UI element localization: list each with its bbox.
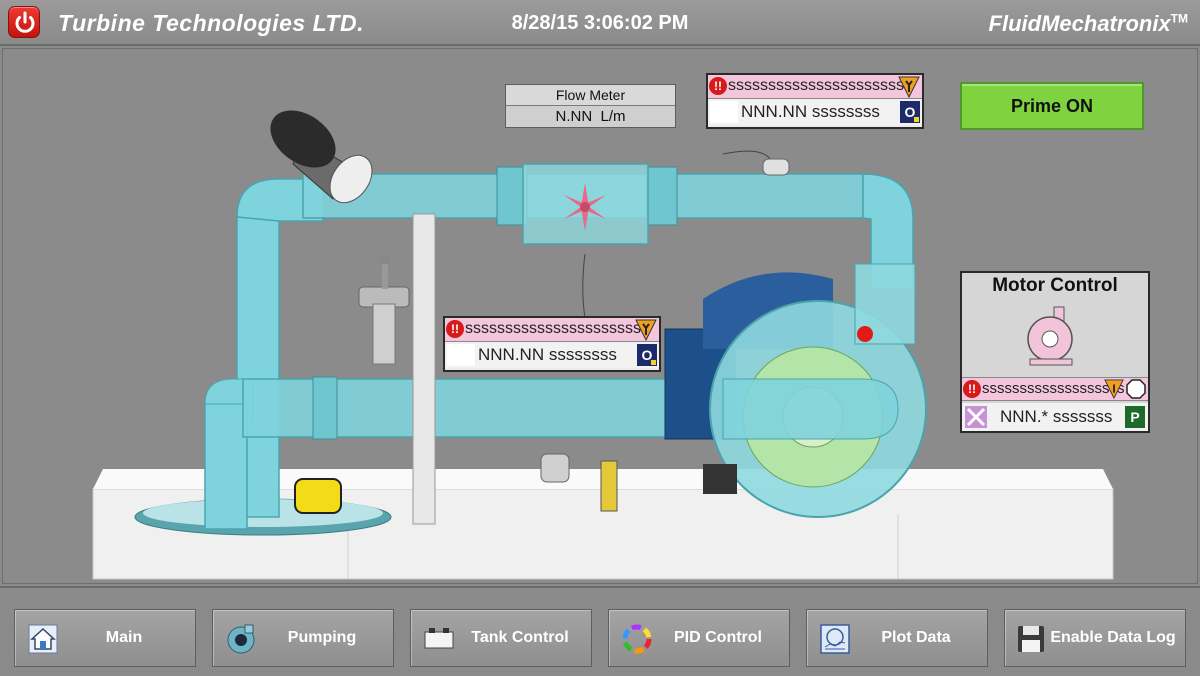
nav-enable-data-log-label: Enable Data Log	[1050, 629, 1176, 646]
nav-main-button[interactable]: Main	[14, 609, 196, 667]
home-icon	[28, 624, 58, 654]
nav-pid-control-label: PID Control	[674, 629, 762, 646]
alarm-text: sssssssssssssssssssssss	[465, 320, 649, 337]
nav-pumping-label: Pumping	[287, 629, 357, 646]
stop-octagon-icon	[1126, 379, 1146, 399]
title-bar: Turbine Technologies LTD. 8/28/15 3:06:0…	[0, 0, 1200, 46]
nav-enable-data-log-button[interactable]: Enable Data Log	[1004, 609, 1186, 667]
mode-badge: O	[637, 344, 657, 366]
alarm-value-text: NNN.NN ssssssss	[741, 102, 880, 121]
motor-control-panel[interactable]: Motor Control !! sssssssssssssssssss NNN…	[960, 271, 1150, 433]
motor-state-icon	[965, 406, 987, 428]
flow-meter-value: N.NN	[555, 108, 593, 125]
plot-icon	[820, 624, 850, 654]
alarm-value-text: NNN.NN ssssssss	[478, 345, 617, 364]
tank-icon	[424, 628, 454, 649]
flow-meter-title: Flow Meter	[506, 85, 675, 106]
alarm-exclamation-icon: !!	[446, 320, 464, 338]
bottom-navigation: Main Pumping Tank Control PID Control Pl…	[0, 586, 1200, 676]
motor-value-row: NNN.* sssssss P	[962, 403, 1148, 431]
pressure-sensor	[540, 453, 570, 483]
alarm-exclamation-icon: !!	[709, 77, 727, 95]
nav-pumping-button[interactable]: Pumping	[212, 609, 394, 667]
power-button[interactable]	[8, 6, 40, 38]
nav-plot-data-label: Plot Data	[881, 629, 951, 646]
clock-readout: 8/28/15 3:06:02 PM	[511, 12, 689, 34]
pressure-alarm-widget[interactable]: !! sssssssssssssssssssssss NNN.NN ssssss…	[443, 316, 661, 372]
motor-alarm-banner: !! sssssssssssssssssss	[962, 377, 1148, 401]
trademark-mark: TM	[1170, 11, 1188, 26]
alarm-text: sssssssssssssssssssssss	[728, 77, 912, 94]
pump-motor-icon	[1027, 306, 1073, 366]
power-icon	[15, 11, 35, 33]
flow-meter-readout: Flow Meter N.NN L/m	[505, 84, 676, 128]
flow-meter-unit: L/m	[600, 108, 626, 125]
mode-badge: P	[1125, 406, 1145, 428]
nav-main-label: Main	[105, 629, 143, 646]
process-view: Flow Meter N.NN L/m !! sssssssssssssssss…	[2, 48, 1198, 584]
motor-control-title: Motor Control	[992, 275, 1118, 296]
nav-tank-control-label: Tank Control	[471, 629, 569, 646]
temperature-probe	[600, 460, 618, 512]
status-indicator	[710, 101, 738, 123]
prime-button[interactable]: Prime ON	[960, 82, 1144, 130]
mode-badge: O	[900, 101, 920, 123]
float-sensor	[294, 478, 342, 514]
hmi-screen: Turbine Technologies LTD. 8/28/15 3:06:0…	[0, 0, 1200, 676]
pid-wheel-icon	[622, 624, 652, 654]
app-title: Turbine Technologies LTD.	[58, 10, 364, 36]
nav-tank-control-button[interactable]: Tank Control	[410, 609, 592, 667]
alarm-value-row: NNN.NN ssssssss O	[708, 99, 922, 125]
pump-icon	[227, 624, 255, 654]
alarm-value-row: NNN.NN ssssssss O	[445, 342, 659, 368]
flow-meter-value-row: N.NN L/m	[506, 106, 675, 127]
support-stand	[412, 213, 436, 525]
wrench-icon	[898, 76, 920, 98]
floppy-disk-icon	[1018, 626, 1044, 652]
brand-name: FluidMechatronixTM	[988, 11, 1188, 36]
status-indicator	[447, 344, 475, 366]
needle-valve	[358, 255, 410, 365]
motor-value-text: NNN.* sssssss	[1000, 407, 1113, 426]
alarm-exclamation-icon: !!	[963, 380, 981, 398]
alarm-banner: !! sssssssssssssssssssssss	[445, 318, 659, 342]
nav-pid-control-button[interactable]: PID Control	[608, 609, 790, 667]
wrench-icon	[635, 319, 657, 341]
alarm-banner: !! sssssssssssssssssssssss	[708, 75, 922, 99]
flow-alarm-widget[interactable]: !! sssssssssssssssssssssss NNN.NN ssssss…	[706, 73, 924, 129]
nav-plot-data-button[interactable]: Plot Data	[806, 609, 988, 667]
wrench-icon	[1104, 379, 1124, 399]
